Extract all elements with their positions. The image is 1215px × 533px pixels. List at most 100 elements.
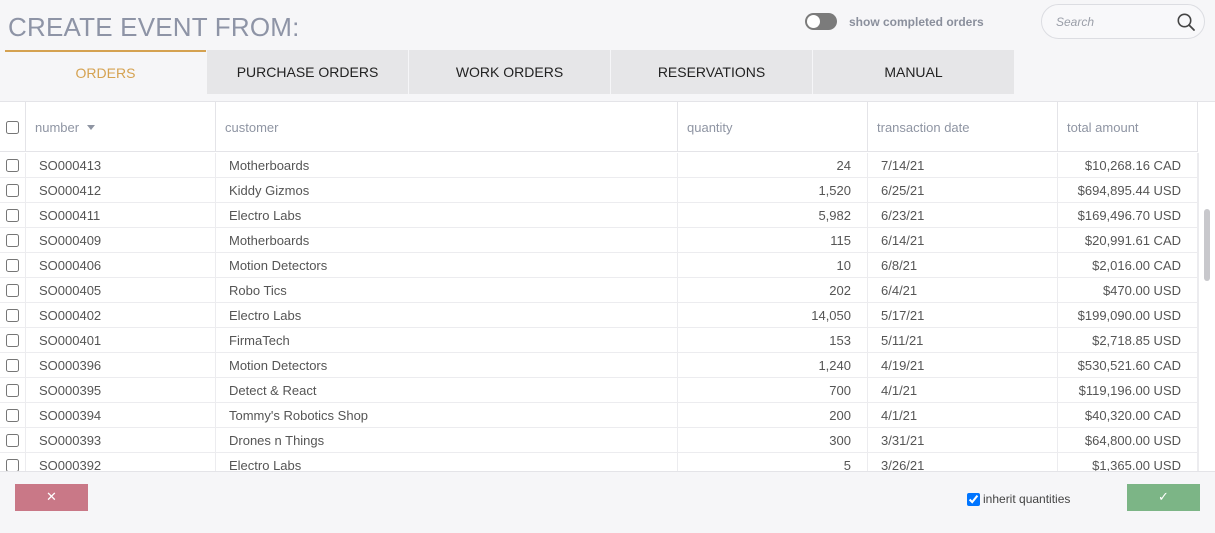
- show-completed-toggle[interactable]: [805, 13, 837, 30]
- row-checkbox[interactable]: [6, 459, 19, 471]
- row-select-cell: [0, 353, 26, 378]
- cell-quantity: 10: [678, 253, 868, 278]
- grid-header: number customer quantity transaction dat…: [0, 102, 1198, 152]
- grid-scrollbar[interactable]: [1198, 153, 1215, 471]
- cell-transaction-date: 6/23/21: [868, 203, 1058, 228]
- cell-transaction-date: 3/26/21: [868, 453, 1058, 471]
- row-checkbox[interactable]: [6, 334, 19, 347]
- cell-total-amount: $199,090.00 USD: [1058, 303, 1198, 328]
- table-row[interactable]: SO000394 Tommy's Robotics Shop 200 4/1/21 $4…: [0, 403, 1198, 428]
- inherit-quantities[interactable]: inherit quantities: [967, 492, 1070, 506]
- table-row[interactable]: SO000405 Robo Tics 202 6/4/21 $470.00 USD: [0, 278, 1198, 303]
- tab-work-orders[interactable]: WORK ORDERS: [409, 50, 610, 94]
- table-row[interactable]: SO000409 Motherboards 115 6/14/21 $20,991.61…: [0, 228, 1198, 253]
- toggle-knob: [807, 15, 820, 28]
- cell-total-amount: $470.00 USD: [1058, 278, 1198, 303]
- cell-customer: Electro Labs: [216, 203, 678, 228]
- row-select-cell: [0, 303, 26, 328]
- row-select-cell: [0, 378, 26, 403]
- cell-transaction-date: 4/1/21: [868, 378, 1058, 403]
- row-select-cell: [0, 153, 26, 178]
- row-checkbox[interactable]: [6, 234, 19, 247]
- cell-transaction-date: 6/8/21: [868, 253, 1058, 278]
- cell-order-number: SO000406: [26, 253, 216, 278]
- row-checkbox[interactable]: [6, 209, 19, 222]
- cell-transaction-date: 5/17/21: [868, 303, 1058, 328]
- tab-manual[interactable]: MANUAL: [813, 50, 1014, 94]
- column-header-customer[interactable]: customer: [216, 102, 678, 152]
- row-checkbox[interactable]: [6, 284, 19, 297]
- cell-transaction-date: 6/14/21: [868, 228, 1058, 253]
- tab-orders[interactable]: ORDERS: [5, 50, 206, 94]
- cell-customer: Kiddy Gizmos: [216, 178, 678, 203]
- scrollbar-thumb[interactable]: [1204, 209, 1210, 281]
- table-row[interactable]: SO000402 Electro Labs 14,050 5/17/21 $199,09…: [0, 303, 1198, 328]
- cell-quantity: 300: [678, 428, 868, 453]
- column-header-number[interactable]: number: [26, 102, 216, 152]
- table-row[interactable]: SO000411 Electro Labs 5,982 6/23/21 $169,496…: [0, 203, 1198, 228]
- row-select-cell: [0, 403, 26, 428]
- cell-total-amount: $64,800.00 USD: [1058, 428, 1198, 453]
- cell-customer: Electro Labs: [216, 303, 678, 328]
- table-row[interactable]: SO000412 Kiddy Gizmos 1,520 6/25/21 $694,895…: [0, 178, 1198, 203]
- cell-quantity: 24: [678, 153, 868, 178]
- sort-desc-icon[interactable]: [87, 124, 96, 130]
- select-all-cell: [0, 102, 26, 152]
- row-checkbox[interactable]: [6, 184, 19, 197]
- table-row[interactable]: SO000393 Drones n Things 300 3/31/21 $64,800…: [0, 428, 1198, 453]
- row-checkbox[interactable]: [6, 409, 19, 422]
- cell-quantity: 700: [678, 378, 868, 403]
- cell-order-number: SO000393: [26, 428, 216, 453]
- cell-total-amount: $10,268.16 CAD: [1058, 153, 1198, 178]
- cell-transaction-date: 4/19/21: [868, 353, 1058, 378]
- table-row[interactable]: SO000413 Motherboards 24 7/14/21 $10,268.16 …: [0, 153, 1198, 178]
- cell-customer: Motherboards: [216, 228, 678, 253]
- cell-customer: Electro Labs: [216, 453, 678, 471]
- cell-total-amount: $530,521.60 CAD: [1058, 353, 1198, 378]
- column-header-quantity[interactable]: quantity: [678, 102, 868, 152]
- cell-order-number: SO000396: [26, 353, 216, 378]
- cell-customer: Motion Detectors: [216, 353, 678, 378]
- row-checkbox[interactable]: [6, 359, 19, 372]
- row-select-cell: [0, 253, 26, 278]
- row-checkbox[interactable]: [6, 259, 19, 272]
- confirm-button[interactable]: ✓: [1127, 484, 1200, 511]
- cell-quantity: 153: [678, 328, 868, 353]
- table-row[interactable]: SO000396 Motion Detectors 1,240 4/19/21 $530…: [0, 353, 1198, 378]
- orders-grid: number customer quantity transaction dat…: [0, 101, 1215, 472]
- source-tabs: ORDERS PURCHASE ORDERS WORK ORDERS RESER…: [5, 50, 1015, 94]
- cell-total-amount: $2,718.85 USD: [1058, 328, 1198, 353]
- search-input[interactable]: [1056, 5, 1176, 38]
- cell-order-number: SO000411: [26, 203, 216, 228]
- cell-total-amount: $694,895.44 USD: [1058, 178, 1198, 203]
- show-completed-toggle-group: show completed orders: [805, 13, 984, 30]
- table-row[interactable]: SO000392 Electro Labs 5 3/26/21 $1,365.00 US…: [0, 453, 1198, 471]
- column-header-transaction-date[interactable]: transaction date: [868, 102, 1058, 152]
- check-icon: ✓: [1158, 490, 1169, 505]
- tab-reservations[interactable]: RESERVATIONS: [611, 50, 812, 94]
- search-icon[interactable]: [1176, 12, 1196, 32]
- row-checkbox[interactable]: [6, 159, 19, 172]
- cell-transaction-date: 6/25/21: [868, 178, 1058, 203]
- table-row[interactable]: SO000401 FirmaTech 153 5/11/21 $2,718.85 USD: [0, 328, 1198, 353]
- table-row[interactable]: SO000395 Detect & React 700 4/1/21 $119,196.…: [0, 378, 1198, 403]
- inherit-quantities-checkbox[interactable]: [967, 492, 980, 506]
- row-checkbox[interactable]: [6, 309, 19, 322]
- cell-quantity: 1,520: [678, 178, 868, 203]
- select-all-checkbox[interactable]: [6, 120, 19, 134]
- row-checkbox[interactable]: [6, 384, 19, 397]
- tab-purchase-orders[interactable]: PURCHASE ORDERS: [207, 50, 408, 94]
- show-completed-label: show completed orders: [849, 14, 984, 29]
- cell-total-amount: $169,496.70 USD: [1058, 203, 1198, 228]
- grid-body: SO000413 Motherboards 24 7/14/21 $10,268.16 …: [0, 153, 1198, 471]
- cell-total-amount: $1,365.00 USD: [1058, 453, 1198, 471]
- row-checkbox[interactable]: [6, 434, 19, 447]
- inherit-quantities-label: inherit quantities: [983, 492, 1071, 506]
- row-select-cell: [0, 228, 26, 253]
- cancel-button[interactable]: ✕: [15, 484, 88, 511]
- column-header-total-amount[interactable]: total amount: [1058, 102, 1198, 152]
- table-row[interactable]: SO000406 Motion Detectors 10 6/8/21 $2,016.0…: [0, 253, 1198, 278]
- cell-quantity: 200: [678, 403, 868, 428]
- cell-transaction-date: 4/1/21: [868, 403, 1058, 428]
- close-icon: ✕: [46, 490, 57, 505]
